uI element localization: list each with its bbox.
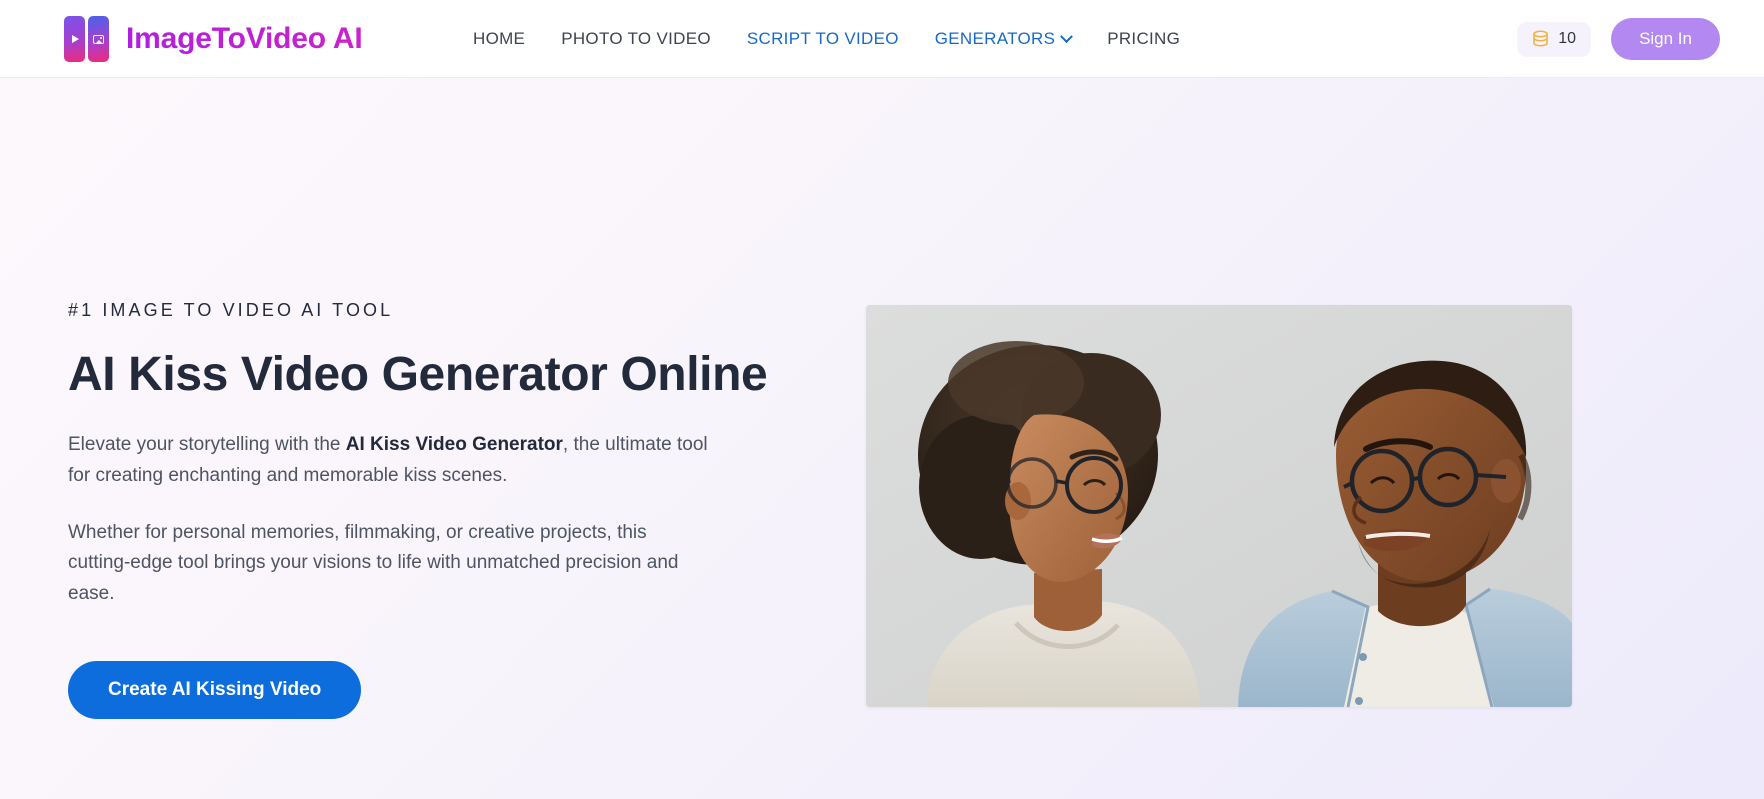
brand-name: ImageToVideo AI [126, 22, 363, 55]
nav-item-generators[interactable]: GENERATORS [917, 29, 1089, 49]
hero-text-block: #1 IMAGE TO VIDEO AI TOOL AI Kiss Video … [68, 300, 788, 720]
hero-paragraph-1: Elevate your storytelling with the AI Ki… [68, 430, 713, 492]
create-ai-kissing-video-button[interactable]: Create AI Kissing Video [68, 661, 362, 720]
sign-in-button[interactable]: Sign In [1611, 18, 1720, 60]
brand-logo-mark [64, 16, 110, 62]
nav-item-photo-to-video[interactable]: PHOTO TO VIDEO [543, 29, 729, 49]
hero-section: #1 IMAGE TO VIDEO AI TOOL AI Kiss Video … [0, 78, 1764, 799]
nav-item-script-to-video[interactable]: SCRIPT TO VIDEO [729, 29, 917, 49]
nav-label-script-to-video: SCRIPT TO VIDEO [746, 29, 899, 48]
hero-photo-couple [866, 305, 1572, 707]
hero-inner: #1 IMAGE TO VIDEO AI TOOL AI Kiss Video … [0, 78, 1764, 799]
page-root: ImageToVideo AI HOME PHOTO TO VIDEO SCRI… [0, 0, 1764, 799]
main-navigation: HOME PHOTO TO VIDEO SCRIPT TO VIDEO GENE… [455, 0, 1198, 78]
hero-paragraph-1-before: Elevate your storytelling with the [68, 434, 346, 456]
nav-item-pricing[interactable]: PRICING [1089, 29, 1198, 49]
site-header: ImageToVideo AI HOME PHOTO TO VIDEO SCRI… [0, 0, 1764, 78]
nav-label-home: HOME [473, 29, 526, 48]
credits-badge[interactable]: 10 [1517, 21, 1592, 57]
hero-paragraph-1-bold: AI Kiss Video Generator [345, 434, 563, 456]
credits-count: 10 [1558, 30, 1577, 47]
hero-image [866, 305, 1572, 707]
nav-label-generators: GENERATORS [934, 29, 1056, 48]
page-title: AI Kiss Video Generator Online [68, 348, 768, 401]
chevron-down-icon [1060, 29, 1074, 43]
coin-stack-icon [1533, 30, 1549, 46]
brand-logo-link[interactable]: ImageToVideo AI [64, 0, 363, 78]
play-icon [64, 16, 85, 62]
nav-item-home[interactable]: HOME [455, 29, 543, 49]
header-actions: 10 Sign In [1517, 0, 1720, 78]
hero-eyebrow: #1 IMAGE TO VIDEO AI TOOL [68, 300, 394, 320]
image-icon [88, 16, 109, 62]
hero-paragraph-2: Whether for personal memories, filmmakin… [68, 521, 679, 605]
nav-label-pricing: PRICING [1107, 29, 1181, 48]
nav-label-photo-to-video: PHOTO TO VIDEO [561, 29, 711, 48]
